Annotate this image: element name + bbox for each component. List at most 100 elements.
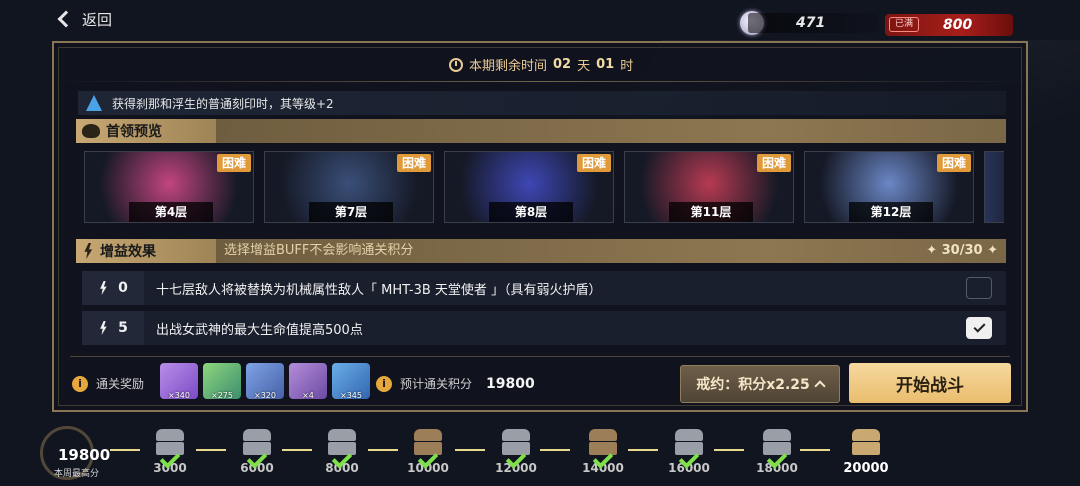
check-icon (504, 453, 526, 469)
top-bar: 返回 471 已满 800 (0, 0, 1080, 40)
buff-row[interactable]: 5 出战女武神的最大生命值提高500点 (82, 311, 1006, 345)
reward-label: i 通关奖励 (72, 375, 144, 392)
progress-segment (282, 449, 312, 451)
reward-item[interactable]: ×4 (289, 363, 327, 400)
buff-subtitle: 选择增益BUFF不会影响通关积分 (224, 243, 414, 258)
pact-button[interactable]: 戒约：积分x2.25 (680, 365, 840, 403)
difficulty-badge: 困难 (576, 154, 611, 172)
milestone-node[interactable]: 8000 (320, 429, 364, 479)
pact-label: 戒约：积分x2.25 (696, 377, 810, 393)
info-icon[interactable]: i (72, 375, 88, 392)
lightning-icon (100, 281, 107, 295)
main-panel: 本期剩余时间 02 天 01 时 获得刹那和浮生的普通刻印时，其等级+2 首领预… (52, 41, 1028, 412)
check-icon (591, 453, 613, 469)
milestone-node[interactable]: 18000 (755, 429, 799, 479)
buff-row[interactable]: 0 十七层敌人将被替换为机械属性敌人「 MHT-3B 天堂使者 」（具有弱火护盾… (82, 271, 1006, 305)
milestone-node[interactable]: 16000 (667, 429, 711, 479)
timer-day-unit: 天 (577, 59, 591, 74)
back-button[interactable]: 返回 (57, 8, 113, 30)
milestone-node[interactable]: 10000 (406, 429, 450, 479)
timer-prefix: 本期剩余时间 (469, 59, 548, 74)
info-icon[interactable]: i (376, 375, 392, 392)
period-timer: 本期剩余时间 02 天 01 时 (449, 55, 633, 74)
reward-item[interactable]: ×345 (332, 363, 370, 400)
milestone-node[interactable]: 6000 (235, 429, 279, 479)
boss-card[interactable]: 困难第11层 (624, 151, 794, 223)
milestone-node[interactable]: 20000 (843, 429, 889, 479)
check-icon (677, 453, 699, 469)
check-icon (416, 453, 438, 469)
estimate-label: 预计通关积分 (400, 377, 473, 391)
estimate-value: 19800 (486, 375, 535, 392)
lightning-icon (84, 243, 93, 259)
milestone-node[interactable]: 3000 (148, 429, 192, 479)
check-icon (972, 320, 986, 333)
chevron-left-icon (57, 10, 75, 28)
section-bar (216, 119, 1006, 143)
reward-item[interactable]: ×340 (160, 363, 198, 400)
crystal-currency[interactable]: 471 (740, 11, 878, 35)
timer-hours: 01 (596, 57, 615, 72)
buff-checkbox[interactable] (966, 277, 992, 299)
progress-segment (196, 449, 226, 451)
milestone-node[interactable]: 12000 (494, 429, 538, 479)
check-icon (158, 453, 180, 469)
reward-label-text: 通关奖励 (96, 377, 145, 391)
boss-card-partial[interactable] (984, 151, 1004, 223)
weekly-best-label: 本周最高分 (54, 469, 100, 479)
back-label: 返回 (82, 10, 113, 29)
reward-quantity: ×345 (340, 391, 362, 400)
milestone-score: 20000 (843, 461, 889, 476)
stamina-currency[interactable]: 已满 800 (885, 14, 1013, 36)
reward-quantity: ×340 (168, 391, 190, 400)
difficulty-badge: 困难 (936, 154, 971, 172)
buff-checkbox-checked[interactable] (966, 317, 992, 339)
progress-segment (110, 449, 140, 451)
score-progress-track: 19800 本周最高分 3000 6000 8000 10000 12000 14000 1… (0, 420, 1080, 486)
bonus-tip: 获得刹那和浮生的普通刻印时，其等级+2 (78, 91, 1006, 115)
boss-section-title: 首领预览 (106, 124, 162, 140)
milestone-node[interactable]: 14000 (581, 429, 625, 479)
boss-card[interactable]: 困难第12层 (804, 151, 974, 223)
progress-segment (368, 449, 398, 451)
buff-cost: 5 (82, 311, 144, 345)
reward-list: ×340 ×275 ×320 ×4 ×345 (160, 363, 370, 400)
reward-item[interactable]: ×320 (246, 363, 284, 400)
chest-icon (852, 429, 880, 455)
reward-quantity: ×4 (302, 391, 314, 400)
start-battle-button[interactable]: 开始战斗 (849, 363, 1011, 403)
tip-text: 获得刹那和浮生的普通刻印时，其等级+2 (112, 96, 334, 111)
boss-floor-label: 第4层 (129, 202, 213, 222)
clock-icon (449, 57, 463, 72)
buff-cost-value: 5 (118, 320, 128, 336)
boss-card[interactable]: 困难第8层 (444, 151, 614, 223)
boss-card[interactable]: 困难 第7层 (264, 151, 434, 223)
buff-description: 出战女武神的最大生命值提高500点 (156, 322, 363, 338)
boss-floor-label: 第7层 (309, 202, 393, 222)
progress-segment (714, 449, 744, 451)
boss-floor-label: 第8层 (489, 202, 573, 222)
buff-section-title: 增益效果 (100, 244, 156, 260)
reward-quantity: ×320 (254, 391, 276, 400)
progress-segment (455, 449, 485, 451)
boss-card[interactable]: 困难 第4层 (84, 151, 254, 223)
timer-hour-unit: 时 (620, 59, 634, 74)
lightning-icon (100, 321, 107, 335)
reward-item[interactable]: ×275 (203, 363, 241, 400)
divider (54, 81, 1026, 82)
weekly-best-value: 19800 (58, 446, 111, 464)
progress-segment (628, 449, 658, 451)
boss-section-header: 首领预览 (76, 119, 1006, 143)
difficulty-badge: 困难 (756, 154, 791, 172)
boss-floor-label: 第11层 (669, 202, 753, 222)
crystal-amount: 471 (748, 13, 878, 33)
buff-section-header: 增益效果 选择增益BUFF不会影响通关积分 ✦ 30/30 ✦ (76, 239, 1006, 263)
boss-floor-label: 第12层 (849, 202, 933, 222)
reward-quantity: ×275 (211, 391, 233, 400)
timer-days: 02 (553, 57, 572, 72)
buff-description: 十七层敌人将被替换为机械属性敌人「 MHT-3B 天堂使者 」（具有弱火护盾） (156, 282, 602, 298)
lightning-icon (86, 95, 102, 111)
buff-count: ✦ 30/30 ✦ (926, 243, 998, 258)
full-badge: 已满 (889, 17, 919, 32)
check-icon (245, 453, 267, 469)
